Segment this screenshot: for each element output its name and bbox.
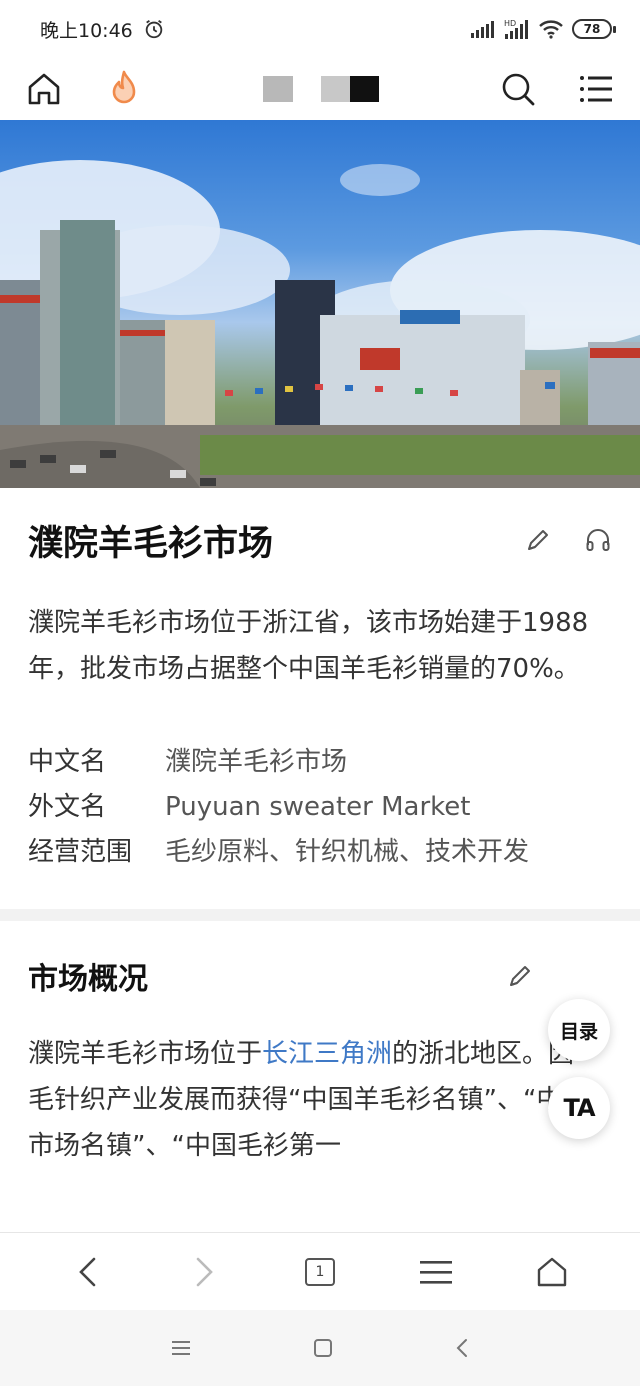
wifi-icon <box>539 20 563 39</box>
info-row: 中文名 濮院羊毛衫市场 <box>28 740 612 785</box>
section-body: 濮院羊毛衫市场位于长江三角洲的浙北地区。因毛针织产业发展而获得“中国羊毛衫名镇”… <box>0 1031 620 1169</box>
ta-label: TA <box>563 1094 595 1122</box>
ta-button[interactable]: TA <box>548 1077 610 1139</box>
hot-flame-icon <box>112 70 136 104</box>
signal-icon <box>471 21 494 38</box>
hero-image <box>0 120 640 488</box>
section-body-text: 濮院羊毛衫市场位于 <box>28 1039 263 1069</box>
recents-icon[interactable] <box>170 1339 192 1357</box>
svg-text:HD: HD <box>504 19 516 28</box>
pencil-icon <box>528 530 548 550</box>
blurred-title-part <box>263 76 293 102</box>
infobox: 中文名 濮院羊毛衫市场 外文名 Puyuan sweater Market 经营… <box>0 692 640 875</box>
browser-menu-button[interactable] <box>412 1248 460 1296</box>
page-title: 濮院羊毛衫市场 <box>28 523 274 564</box>
system-nav-bar <box>0 1310 640 1386</box>
info-row: 经营范围 毛纱原料、针织机械、技术开发 <box>28 830 612 875</box>
section-header: 市场概况 <box>0 921 640 1031</box>
info-key: 中文名 <box>28 747 107 777</box>
menu-icon <box>580 76 612 102</box>
edit-button[interactable] <box>524 526 552 554</box>
battery-level: 78 <box>583 22 601 36</box>
section-title: 市场概况 <box>28 962 148 997</box>
status-time: 晚上10:46 <box>40 19 133 42</box>
home-button[interactable] <box>22 67 66 111</box>
search-button[interactable] <box>496 67 540 111</box>
search-icon <box>502 73 535 106</box>
toc-label: 目录 <box>559 1020 598 1043</box>
tab-count: 1 <box>305 1257 335 1286</box>
blurred-title-part <box>321 76 379 102</box>
info-value: Puyuan sweater Market <box>165 792 471 822</box>
home-icon <box>28 73 60 105</box>
hot-button[interactable] <box>102 67 146 111</box>
system-home-icon[interactable] <box>312 1337 334 1359</box>
chevron-left-icon <box>79 1257 96 1286</box>
menu-button[interactable] <box>574 67 618 111</box>
back-button[interactable] <box>64 1248 112 1296</box>
info-key: 外文名 <box>28 792 107 822</box>
yangtze-delta-link[interactable]: 长江三角洲 <box>262 1039 392 1069</box>
battery-icon: 78 <box>572 19 616 39</box>
info-row: 外文名 Puyuan sweater Market <box>28 785 612 830</box>
alarm-icon <box>145 19 163 39</box>
browser-toolbar: 1 <box>0 1232 640 1310</box>
section-divider <box>0 909 640 921</box>
page-title-blurred <box>146 76 496 102</box>
home-outline-icon <box>537 1257 567 1286</box>
top-nav <box>0 58 640 120</box>
listen-button[interactable] <box>584 526 612 554</box>
market-photo <box>0 160 640 488</box>
tabs-button[interactable]: 1 <box>296 1248 344 1296</box>
info-value: 濮院羊毛衫市场 <box>165 747 348 777</box>
forward-button[interactable] <box>180 1248 228 1296</box>
info-value: 毛纱原料、针织机械、技术开发 <box>165 837 530 867</box>
title-row: 濮院羊毛衫市场 <box>0 488 640 592</box>
summary-text: 濮院羊毛衫市场位于浙江省，该市场始建于1988年，批发市场占据整个中国羊毛衫销量… <box>28 608 589 684</box>
system-back-icon[interactable] <box>454 1337 470 1359</box>
chevron-right-icon <box>196 1257 213 1286</box>
hd-signal-icon: HD <box>504 19 528 39</box>
status-bar: 晚上10:46 HD 78 <box>0 0 640 58</box>
status-indicators: HD 78 <box>470 18 616 40</box>
toc-button[interactable]: 目录 <box>548 999 610 1061</box>
browser-home-button[interactable] <box>528 1248 576 1296</box>
info-key: 经营范围 <box>28 837 133 867</box>
title-tools <box>524 526 612 554</box>
article: 濮院羊毛衫市场 濮院羊毛衫市场位于浙江省，该市场始建于1988年，批发市场占据整… <box>0 488 640 1169</box>
section-edit-button[interactable] <box>506 962 534 990</box>
headphones-icon <box>586 529 610 551</box>
hamburger-icon <box>420 1260 452 1284</box>
pencil-icon <box>510 966 530 986</box>
